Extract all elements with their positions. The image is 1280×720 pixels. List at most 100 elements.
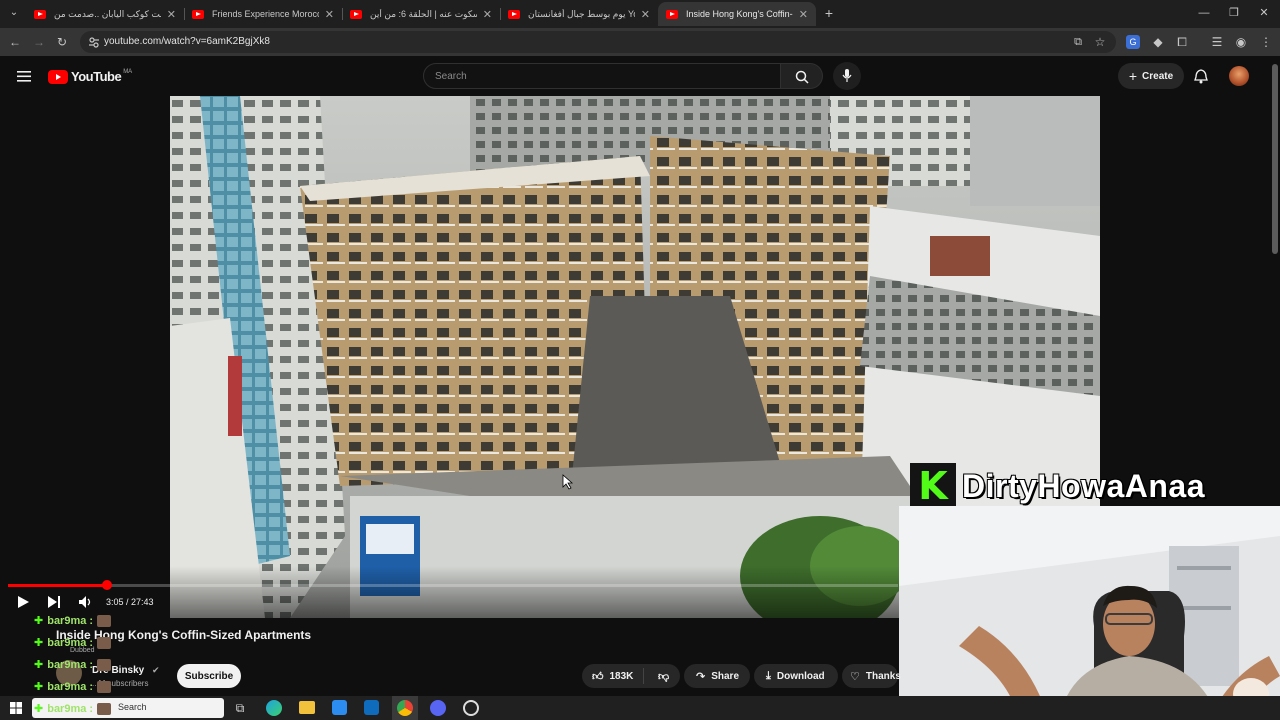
- time-display: 3:05 / 27:43: [106, 597, 154, 607]
- profile-icon[interactable]: ◉: [1233, 34, 1249, 50]
- browser-tab[interactable]: يوم بوسط جبال أفغانستان YouTube ✕: [500, 2, 658, 26]
- browser-tab[interactable]: Friends Experience Moroccan F ✕: [184, 2, 342, 26]
- tab-title: وصلت كوكب اليابان ..صدمت من: [54, 8, 161, 19]
- tab-title: Friends Experience Moroccan F: [212, 9, 319, 19]
- progress-bar[interactable]: [8, 580, 898, 590]
- minimize-icon[interactable]: —: [1196, 5, 1212, 21]
- bookmark-star-icon[interactable]: ☆: [1092, 34, 1108, 50]
- address-bar[interactable]: youtube.com/watch?v=6amK2BgjXk8 ⧉ ☆: [80, 31, 1116, 53]
- youtube-logo-icon: [48, 69, 68, 84]
- chat-emote: [97, 636, 112, 649]
- kick-streamer-banner: K DirtyHowaAnaa: [910, 462, 1255, 510]
- hamburger-menu-icon[interactable]: [16, 69, 32, 83]
- download-button[interactable]: ⤓ Download: [754, 664, 838, 688]
- new-tab-icon[interactable]: +: [821, 5, 837, 21]
- tab-search-icon[interactable]: ⌄: [6, 5, 22, 21]
- chat-emote: [97, 614, 112, 627]
- like-count: 183K: [609, 670, 634, 682]
- download-label: Download: [776, 670, 825, 682]
- dislike-button[interactable]: 👎︎: [650, 670, 669, 683]
- search-button[interactable]: [781, 63, 823, 89]
- windows-start-icon[interactable]: [10, 702, 22, 714]
- chat-message: ✚ bar9ma :: [34, 636, 112, 649]
- share-icon: ↷: [696, 670, 706, 683]
- browser-toolbar: ← → ↻ youtube.com/watch?v=6amK2BgjXk8 ⧉ …: [0, 28, 1280, 56]
- progress-bar-played: [8, 584, 108, 587]
- subscribe-button[interactable]: Subscribe: [177, 664, 241, 688]
- close-tab-icon[interactable]: ✕: [799, 8, 808, 21]
- youtube-logo[interactable]: YouTube MA: [48, 69, 132, 84]
- like-button[interactable]: 👍︎ 183K: [582, 668, 644, 684]
- chat-username: bar9ma :: [47, 636, 94, 649]
- back-icon[interactable]: ←: [7, 34, 23, 50]
- close-tab-icon[interactable]: ✕: [325, 8, 334, 21]
- account-avatar[interactable]: [1229, 66, 1249, 86]
- close-window-icon[interactable]: ✕: [1256, 5, 1272, 21]
- file-explorer-icon[interactable]: [299, 701, 315, 714]
- kick-logo-letter: K: [918, 464, 948, 508]
- forward-icon[interactable]: →: [31, 34, 47, 50]
- restore-icon[interactable]: ❐: [1226, 5, 1242, 21]
- create-button[interactable]: + Create: [1118, 63, 1184, 89]
- chat-emote: [97, 702, 112, 715]
- chat-username: bar9ma :: [47, 614, 94, 627]
- close-tab-icon[interactable]: ✕: [167, 8, 176, 21]
- play-icon[interactable]: [16, 595, 30, 609]
- browser-tab-strip: ⌄ وصلت كوكب اليابان ..صدمت من ✕ Friends …: [0, 0, 1280, 28]
- translate-extension-icon[interactable]: G: [1126, 35, 1140, 49]
- share-button[interactable]: ↷ Share: [684, 664, 750, 688]
- task-view-icon[interactable]: ⧉: [232, 700, 248, 716]
- chat-message: ✚ bar9ma :: [34, 614, 112, 627]
- voice-search-button[interactable]: [833, 62, 861, 90]
- youtube-favicon-icon: [34, 9, 46, 19]
- share-label: Share: [711, 670, 740, 682]
- browser-tab-active[interactable]: Inside Hong Kong's Coffin-Size ✕: [658, 2, 816, 26]
- site-info-icon[interactable]: [88, 36, 100, 48]
- windows-taskbar: Search ⧉: [0, 696, 1280, 720]
- mouse-cursor-icon: [562, 474, 574, 490]
- thanks-button[interactable]: ♡ Thanks: [842, 664, 901, 688]
- app-icon-circle[interactable]: [463, 700, 479, 716]
- extensions-puzzle-icon[interactable]: ⧠: [1174, 34, 1190, 50]
- reload-icon[interactable]: ↻: [54, 34, 70, 50]
- thanks-label: Thanks: [865, 670, 901, 682]
- browser-menu-icon[interactable]: ⋮: [1258, 34, 1274, 50]
- reading-list-icon[interactable]: ☰: [1209, 34, 1225, 50]
- youtube-favicon-icon: [350, 9, 362, 19]
- extension-diamond-icon[interactable]: ◆: [1150, 34, 1166, 50]
- webcam-overlay: x10: [899, 506, 1280, 720]
- plus-icon: +: [1128, 68, 1138, 84]
- install-app-icon[interactable]: ⧉: [1070, 34, 1086, 50]
- like-dislike-group: 👍︎ 183K 👎︎: [582, 664, 680, 688]
- microphone-icon: [842, 69, 852, 82]
- webcam-feed: [899, 506, 1280, 720]
- page-scrollbar-thumb[interactable]: [1272, 64, 1278, 254]
- browser-tab[interactable]: وصلت كوكب اليابان ..صدمت من ✕: [26, 2, 184, 26]
- progress-scrubber[interactable]: [102, 580, 113, 590]
- chat-message: ✚ bar9ma :: [34, 702, 112, 715]
- notifications-bell-icon[interactable]: [1194, 69, 1208, 84]
- browser-tab[interactable]: السكوت عنه | الحلقة 6: من أين ✕: [342, 2, 500, 26]
- download-icon: ⤓: [766, 669, 771, 682]
- next-video-icon[interactable]: [47, 595, 61, 609]
- chat-badge-icon: ✚: [34, 615, 44, 627]
- app-icon-purple[interactable]: [430, 700, 446, 716]
- subscribe-label: Subscribe: [184, 670, 234, 682]
- store-icon[interactable]: [332, 700, 347, 715]
- chrome-taskbar-active[interactable]: [392, 696, 418, 720]
- search-icon: [795, 70, 809, 84]
- thumbs-down-icon: 👎︎: [658, 670, 670, 683]
- youtube-favicon-icon: [666, 9, 678, 19]
- youtube-favicon-icon: [508, 9, 520, 19]
- tab-title: السكوت عنه | الحلقة 6: من أين: [370, 8, 477, 19]
- close-tab-icon[interactable]: ✕: [641, 8, 650, 21]
- outlook-icon[interactable]: [364, 700, 379, 715]
- close-tab-icon[interactable]: ✕: [483, 8, 492, 21]
- search-input[interactable]: Search: [423, 63, 781, 89]
- thumbs-up-icon: 👍︎: [592, 670, 604, 683]
- youtube-favicon-icon: [192, 9, 204, 19]
- volume-icon[interactable]: [78, 595, 94, 609]
- taskbar-search-text: Search: [118, 702, 147, 712]
- chat-message: ✚ bar9ma :: [34, 680, 112, 693]
- edge-browser-icon[interactable]: [266, 700, 282, 716]
